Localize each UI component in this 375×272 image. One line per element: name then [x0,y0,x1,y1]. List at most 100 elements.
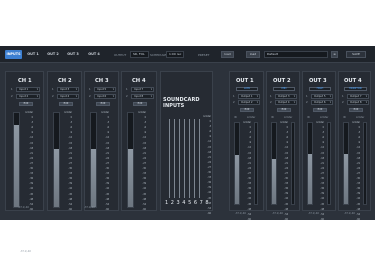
output-band-button[interactable]: MID [273,87,295,91]
output-select-1[interactable]: Output 1 [238,94,260,99]
output-footer-2: -37.1/-40 [272,212,283,215]
tab-out-2[interactable]: OUT 2 [47,50,59,59]
scale-tick-label: -60 [207,211,211,215]
scale-tick-label: -60 [284,217,288,221]
channel-title: CH 2 [58,78,72,84]
meter-scale: Limiter 0 -3 -6 -9 -12 -15 -18 -21 -24 -27 -30 -33 -3… [242,120,251,222]
channel-title: CH 3 [95,78,109,84]
output-panel-2: OUT 2 MID 1 Output 3 2 Output 4 Edit IN … [266,71,300,221]
select-number: 1 [11,88,13,91]
channel-footer-3: -37.1/-40 [84,206,95,209]
menu-icon: ≡ [333,52,336,56]
meter-label-limiter: Limiter [247,116,256,119]
scale-tick-label: -60 [105,207,109,211]
output-title: OUT 2 [273,78,291,84]
channel-edit-button[interactable]: Edit [96,102,110,106]
output-edit-button[interactable]: Edit [277,108,291,112]
meter-scale: Limiter 0 -3 -6 -9 -12 -15 -18 -21 -24 -27 -30 -33 -3… [315,120,324,222]
preset-name-field[interactable]: Default [264,51,328,58]
output-panel-3: OUT 3 HIGH 1 Output 5 2 Output 6 Edit IN… [302,71,336,221]
output-level-meter [271,122,277,205]
meter-scale: Limiter 0 -3 -6 -9 -12 -15 -18 -21 -24 -27 -30 -33 -3… [351,120,360,222]
select-number: 1 [52,88,54,91]
output-band-button[interactable]: HIGH [309,87,331,91]
meter-label-limiter: Limiter [284,116,293,119]
top-toolbar: INPUTS OUT 1 OUT 2 OUT 3 OUT 4 OUTPUT SR… [0,46,375,63]
select-number: 2 [233,101,235,104]
output-edit-button[interactable]: Edit [349,108,363,112]
tab-out-4[interactable]: OUT 4 [88,50,100,59]
scale-tick-label: -60 [142,207,146,211]
channel-title: CH 4 [132,78,146,84]
channel-level-meter [127,112,134,208]
select-number: 1 [306,95,308,98]
output-select-1[interactable]: Output 3 [275,94,297,99]
preset-load-button-2[interactable]: load [246,51,260,58]
channel-input-select-1[interactable]: Input 3 [57,87,79,92]
soundcard-title: SOUNDCARD INPUTS [163,97,200,109]
preset-load-button[interactable]: load [221,51,234,58]
select-number: 1 [342,95,344,98]
tab-out-1[interactable]: OUT 1 [27,50,39,59]
meter-label-in: IN [234,116,237,119]
output-select-2[interactable]: Output 2 [238,100,260,105]
output-label: OUTPUT [114,53,127,57]
preset-menu-button[interactable]: ≡ [331,51,338,58]
preset-label: PRESET [198,53,210,57]
soundcard-input-line [194,119,195,198]
tab-inputs[interactable]: INPUTS [5,50,22,59]
schedule-label: SCHEDULE [150,53,167,57]
output-title: OUT 3 [309,78,327,84]
output-edit-button[interactable]: Edit [240,108,254,112]
output-band-button[interactable]: MONITOR [344,87,367,91]
select-number: 1 [126,88,128,91]
output-select-2[interactable]: Output 4 [275,100,297,105]
output-select-2[interactable]: Output 8 [347,100,369,105]
output-select-2[interactable]: Output 6 [311,100,333,105]
limiter-meter [291,122,295,205]
channel-input-select-1[interactable]: Input 1 [16,87,40,92]
output-level-meter [343,122,349,205]
output-title: OUT 1 [236,78,254,84]
select-number: 2 [306,101,308,104]
soundcard-inputs-panel: SOUNDCARD INPUTS Limiter 0 -3 -6 -9 -12 -15 -18… [160,71,213,215]
channel-input-select-2[interactable]: Input 6 [94,94,116,99]
channel-input-select-2[interactable]: Input 4 [57,94,79,99]
channel-panel-2: CH 2 1 Input 3 2 Input 4 Edit Limiter0-3… [47,71,82,211]
save-button[interactable]: SAVE [346,51,366,58]
output-footer-4: -37.1/-40 [344,212,355,215]
channel-input-select-2[interactable]: Input 8 [131,94,154,99]
output-field[interactable]: SR, FOL [130,51,149,58]
output-band-button[interactable]: LOW [236,87,258,91]
meter-label-limiter: Limiter [356,116,365,119]
scale-tick-label: -60 [68,207,72,211]
output-edit-button[interactable]: Edit [313,108,327,112]
channel-edit-button[interactable]: Edit [59,102,73,106]
scale-tick-label: -60 [247,217,251,221]
limiter-meter [327,122,331,205]
meter-scale: Limiter 0 -3 -6 -9 -12 -15 -18 -21 -24 -27 -30 -33 -3… [279,120,288,222]
limiter-meter [254,122,258,205]
select-number: 2 [342,101,344,104]
channel-input-select-2[interactable]: Input 2 [16,94,40,99]
channel-input-select-1[interactable]: Input 7 [131,87,154,92]
channel-level-meter [90,112,97,208]
scale-tick-label: -60 [356,217,360,221]
meter-scale: Limiter 0 -3 -6 -9 -12 -15 -18 -21 -24 -27 -30 -33 -3… [99,110,109,212]
dsp-app-window: INPUTS OUT 1 OUT 2 OUT 3 OUT 4 OUTPUT SR… [0,46,375,253]
channel-edit-button[interactable]: Edit [19,102,33,106]
tab-out-3[interactable]: OUT 3 [67,50,79,59]
channel-level-meter [13,112,20,208]
output-select-1[interactable]: Output 7 [347,94,369,99]
channel-input-select-1[interactable]: Input 5 [94,87,116,92]
select-number: 1 [233,95,235,98]
select-number: 1 [270,95,272,98]
soundcard-input-line [184,119,185,198]
output-select-1[interactable]: Output 5 [311,94,333,99]
schedule-field[interactable]: 1:00 rec [166,51,184,58]
channel-edit-button[interactable]: Edit [133,102,147,106]
channel-panel-3: CH 3 1 Input 5 2 Input 6 Edit Limiter0-3… [84,71,119,211]
output-level-meter [307,122,313,205]
scale-tick-label: -60 [320,217,324,221]
output-panel-1: OUT 1 LOW 1 Output 1 2 Output 2 Edit IN … [229,71,264,221]
